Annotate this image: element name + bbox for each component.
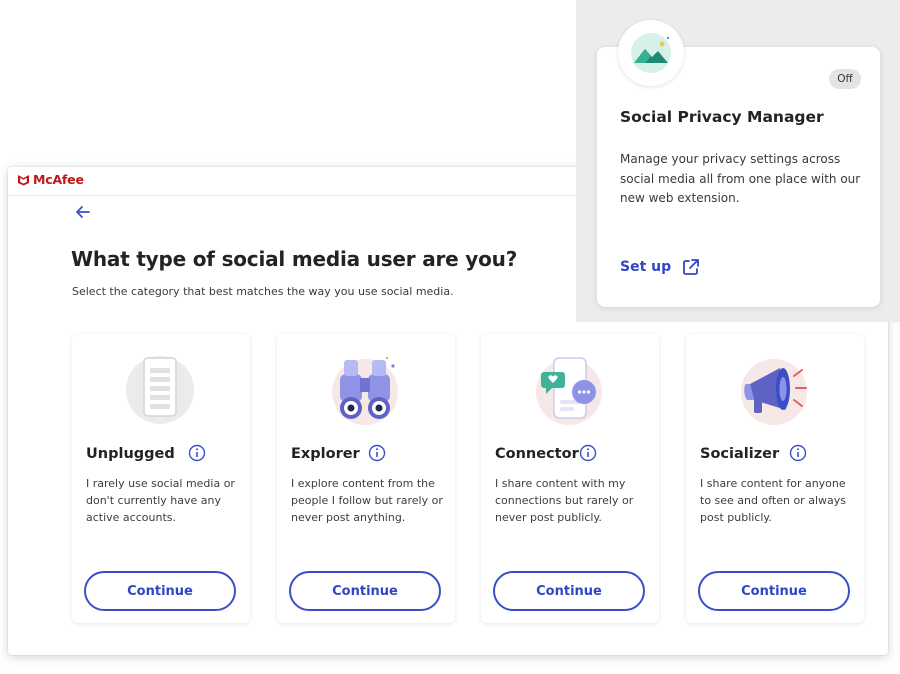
card-description: I rarely use social media or don't curre… [86,477,235,524]
brand-name: McAfee [33,172,84,187]
extension-title: Social Privacy Manager [620,108,824,126]
continue-button-unplugged[interactable]: Continue [84,571,236,611]
chat-phone-icon [536,357,602,425]
info-icon[interactable] [188,444,206,462]
extension-description: Manage your privacy settings across soci… [620,152,861,205]
setup-label[interactable]: Set up [620,259,671,275]
mountain-image-icon [631,33,671,73]
continue-button-explorer[interactable]: Continue [289,571,441,611]
info-icon[interactable] [789,444,807,462]
card-unplugged: Unplugged I rarely use social media or d… [72,334,250,623]
mcafee-logo: McAfee [17,172,84,187]
card-explorer: Explorer I explore content from the peop… [277,334,455,623]
card-connector: Connector I share content with my connec… [481,334,659,623]
continue-button-connector[interactable]: Continue [493,571,645,611]
card-title: Explorer [291,446,360,462]
page-title: What type of social media user are you? [71,247,518,271]
app-icon-container [618,20,684,86]
page-subtitle: Select the category that best matches th… [72,285,454,298]
info-icon[interactable] [368,444,386,462]
status-badge: Off [829,69,861,89]
card-description: I explore content from the people I foll… [291,477,443,524]
card-description: I share content with my connections but … [495,477,634,524]
mcafee-shield-icon [18,174,29,185]
phone-icon [126,356,194,424]
megaphone-icon [741,359,807,425]
back-arrow-icon[interactable] [72,201,94,223]
card-title: Connector [495,446,579,462]
setup-link[interactable]: Set up [620,257,701,277]
binoculars-icon [332,356,398,425]
continue-button-socializer[interactable]: Continue [698,571,850,611]
card-description: I share content for anyone to see and of… [700,477,846,524]
card-title: Unplugged [86,446,175,462]
external-link-icon[interactable] [681,257,701,277]
card-socializer: Socializer I share content for anyone to… [686,334,864,623]
info-icon[interactable] [579,444,597,462]
card-title: Socializer [700,446,780,462]
